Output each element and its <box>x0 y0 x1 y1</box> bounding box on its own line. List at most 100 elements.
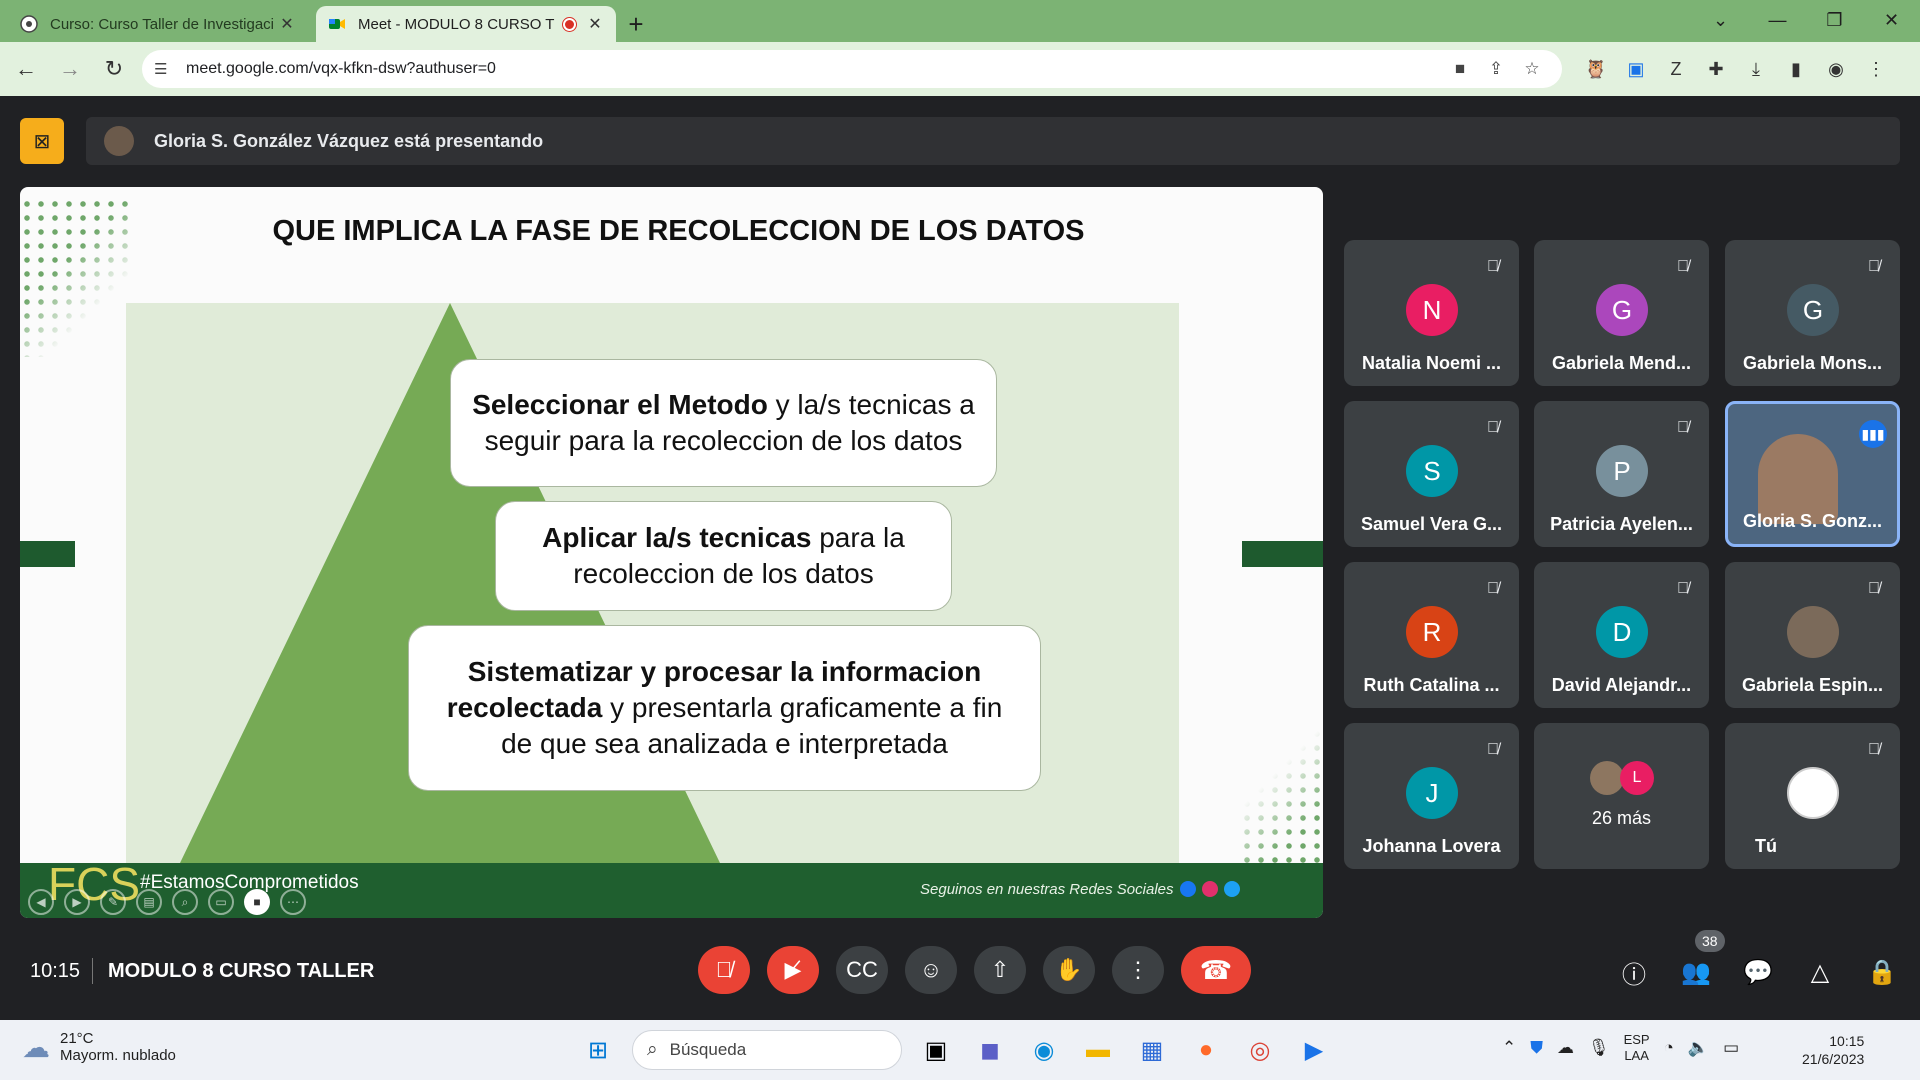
side-controls: ⓘ 👥 💬 △ 🔒 <box>1614 952 1902 992</box>
battery-icon[interactable]: ▭ <box>1723 1038 1739 1058</box>
address-bar[interactable]: ☰ meet.google.com/vqx-kfkn-dsw?authuser=… <box>142 50 1562 88</box>
present-screen-button[interactable]: ⇧ <box>974 946 1026 994</box>
stop-presenting-icon[interactable]: ⊠ <box>20 118 64 164</box>
more-participants-tile[interactable]: L 26 más <box>1534 723 1709 869</box>
chrome-icon[interactable]: ◎ <box>1240 1030 1280 1070</box>
search-icon: ⌕ <box>647 1039 658 1060</box>
participant-name: David Alejandr... <box>1551 675 1692 695</box>
taskbar-search[interactable]: ⌕ Búsqueda <box>632 1030 902 1070</box>
extension-z-icon[interactable]: Z <box>1656 59 1696 80</box>
participant-tile[interactable]: R 🎙̸ Ruth Catalina ... <box>1344 562 1519 708</box>
self-avatar <box>1787 767 1839 819</box>
camera-icon[interactable]: ■ <box>1442 59 1478 79</box>
extension-owl-icon[interactable]: 🦉 <box>1576 59 1616 80</box>
participant-name: Tú <box>1755 836 1777 856</box>
meeting-info-icon[interactable]: ⓘ <box>1614 952 1654 992</box>
side-panel-icon[interactable]: ▮ <box>1776 59 1816 80</box>
mic-off-icon: 🎙̸ <box>1487 258 1499 275</box>
extension-screen-icon[interactable]: ▣ <box>1616 59 1656 80</box>
weather-widget[interactable]: ☁ 21°C Mayorm. nublado <box>22 1030 176 1064</box>
microphone-icon[interactable]: 🎙 <box>1588 1038 1610 1058</box>
chat-teams-icon[interactable]: ◼ <box>970 1030 1010 1070</box>
speaking-indicator-icon: ▮▮▮ <box>1859 420 1887 448</box>
firefox-icon[interactable]: ● <box>1186 1030 1226 1070</box>
chat-icon[interactable]: 💬 <box>1738 952 1778 992</box>
meet-app-icon[interactable]: ▶ <box>1294 1030 1334 1070</box>
participant-photo-avatar <box>1787 606 1839 658</box>
task-view-icon[interactable]: ▣ <box>916 1030 956 1070</box>
presenter-text: Gloria S. González Vázquez está presenta… <box>154 130 544 151</box>
prev-slide-icon[interactable]: ◀ <box>28 889 54 915</box>
security-shield-icon[interactable]: ⛊ <box>1530 1038 1543 1058</box>
self-tile[interactable]: 🎙̸ Tú <box>1725 723 1900 869</box>
mic-off-button[interactable]: 🎙̸ <box>698 946 750 994</box>
participant-name: Johanna Lovera <box>1362 836 1501 856</box>
participant-tile[interactable]: S 🎙̸ Samuel Vera G... <box>1344 401 1519 547</box>
menu-kebab-icon[interactable]: ⋮ <box>1856 59 1896 80</box>
participant-tile[interactable]: D 🎙̸ David Alejandr... <box>1534 562 1709 708</box>
extensions-puzzle-icon[interactable]: ✚ <box>1696 59 1736 80</box>
lang-layout: LAA <box>1624 1048 1649 1063</box>
windows-start-icon[interactable]: ⊞ <box>578 1030 618 1070</box>
file-explorer-icon[interactable]: ▬ <box>1078 1030 1118 1070</box>
meet-icon <box>329 19 345 29</box>
reload-icon[interactable]: ↻ <box>96 51 132 87</box>
participant-avatar: D <box>1596 606 1648 658</box>
language-indicator[interactable]: ESP LAA <box>1624 1032 1650 1064</box>
slides-icon[interactable]: ▤ <box>136 889 162 915</box>
participant-tile[interactable]: G 🎙̸ Gabriela Mend... <box>1534 240 1709 386</box>
site-info-icon[interactable]: ☰ <box>154 60 174 78</box>
tab-label: Curso: Curso Taller de Investigaci <box>50 15 274 33</box>
store-icon[interactable]: ▦ <box>1132 1030 1172 1070</box>
bookmark-star-icon[interactable]: ☆ <box>1514 59 1550 79</box>
maximize-icon[interactable]: ❐ <box>1806 0 1863 40</box>
browser-tab-course[interactable]: Curso: Curso Taller de Investigaci ✕ <box>8 6 308 42</box>
zoom-icon[interactable]: ⌕ <box>172 889 198 915</box>
activities-icon[interactable]: △ <box>1800 952 1840 992</box>
edge-icon[interactable]: ◉ <box>1024 1030 1064 1070</box>
participant-tile[interactable]: 🎙̸ Gabriela Espin... <box>1725 562 1900 708</box>
camera-toggle-icon[interactable]: ■ <box>244 889 270 915</box>
tab-search-icon[interactable]: ⌄ <box>1692 0 1749 40</box>
camera-off-button[interactable]: ▶̸ <box>767 946 819 994</box>
mic-off-icon: 🎙̸ <box>1868 580 1880 597</box>
browser-tab-bar: Curso: Curso Taller de Investigaci ✕ Mee… <box>0 0 1920 42</box>
system-clock[interactable]: 10:15 21/6/2023 <box>1802 1032 1864 1068</box>
participant-tile[interactable]: J 🎙̸ Johanna Lovera <box>1344 723 1519 869</box>
share-icon[interactable]: ⇪ <box>1478 59 1514 79</box>
next-slide-icon[interactable]: ▶ <box>64 889 90 915</box>
close-tab-icon[interactable]: ✕ <box>586 14 604 34</box>
minimize-icon[interactable]: — <box>1749 0 1806 40</box>
back-icon[interactable]: ← <box>8 51 44 87</box>
more-options-button[interactable]: ⋮ <box>1112 946 1164 994</box>
participant-tile[interactable]: G 🎙̸ Gabriela Mons... <box>1725 240 1900 386</box>
volume-icon[interactable]: 🔈 <box>1688 1038 1709 1058</box>
subtitles-icon[interactable]: ▭ <box>208 889 234 915</box>
download-icon[interactable]: ⤓ <box>1736 59 1776 80</box>
browser-tab-meet[interactable]: Meet - MODULO 8 CURSO T ✕ <box>316 6 616 42</box>
wifi-icon[interactable]: ◔ <box>1664 1038 1674 1058</box>
more-icon[interactable]: ⋯ <box>280 889 306 915</box>
pen-icon[interactable]: ✎ <box>100 889 126 915</box>
meet-control-bar: 10:15 MODULO 8 CURSO TALLER 🎙̸ ▶̸ CC ☺ ⇧… <box>0 930 1920 1020</box>
profile-avatar[interactable]: ◉ <box>1816 59 1856 80</box>
raise-hand-button[interactable]: ✋ <box>1043 946 1095 994</box>
captions-button[interactable]: CC <box>836 946 888 994</box>
participant-tile[interactable]: P 🎙̸ Patricia Ayelen... <box>1534 401 1709 547</box>
close-tab-icon[interactable]: ✕ <box>278 14 296 34</box>
forward-icon[interactable]: → <box>52 51 88 87</box>
close-window-icon[interactable]: ✕ <box>1863 0 1920 40</box>
onedrive-icon[interactable]: ☁ <box>1557 1038 1574 1058</box>
leave-call-button[interactable]: ☎ <box>1181 946 1251 994</box>
people-icon[interactable]: 👥 <box>1676 952 1716 992</box>
participant-avatar: G <box>1787 284 1839 336</box>
meeting-clock: 10:15 <box>30 960 81 982</box>
host-controls-icon[interactable]: 🔒 <box>1862 952 1902 992</box>
participant-tile-speaking[interactable]: ▮▮▮ Gloria S. Gonz... <box>1725 401 1900 547</box>
participant-tile[interactable]: N 🎙̸ Natalia Noemi ... <box>1344 240 1519 386</box>
lang-code: ESP <box>1623 1032 1650 1047</box>
chevron-up-icon[interactable]: ⌃ <box>1502 1038 1516 1058</box>
instagram-icon <box>1202 881 1218 897</box>
new-tab-button[interactable]: + <box>616 6 656 42</box>
emoji-reaction-button[interactable]: ☺ <box>905 946 957 994</box>
